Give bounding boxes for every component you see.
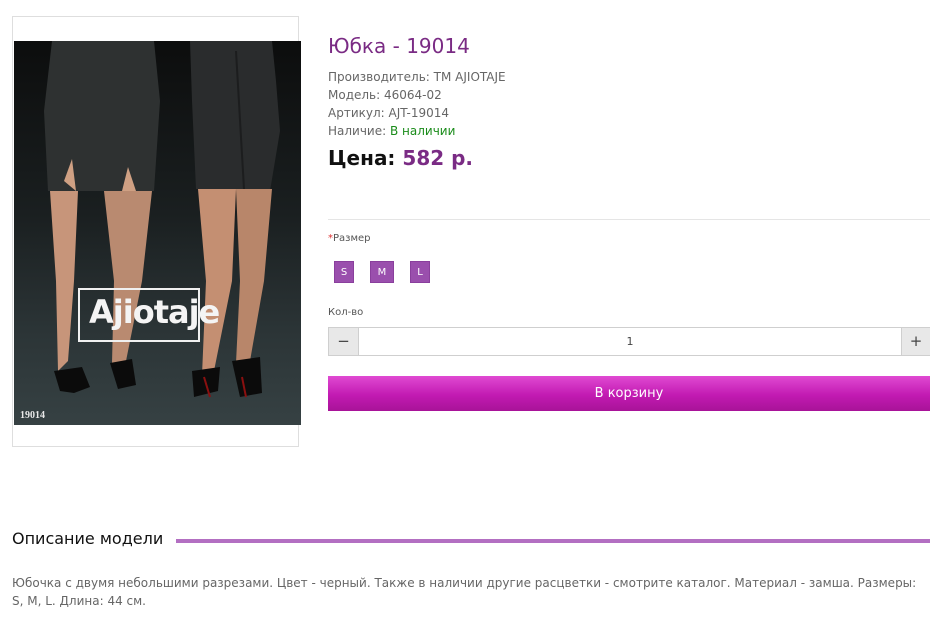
sku-value: AJT-19014 (388, 106, 449, 120)
quantity-label: Кол-во (328, 307, 364, 318)
description-title: Описание модели (12, 529, 172, 548)
model-value: 46064-02 (384, 88, 442, 102)
quantity-decrease-button[interactable]: − (328, 327, 359, 356)
quantity-increase-button[interactable]: + (901, 327, 930, 356)
availability-value: В наличии (390, 124, 456, 138)
add-to-cart-button[interactable]: В корзину (328, 376, 930, 411)
product-title: Юбка - 19014 (328, 34, 470, 58)
price-value: 582 р. (402, 146, 474, 170)
product-meta: Производитель: TM AJIOTAJE Модель: 46064… (328, 68, 506, 140)
photo-product-code: 19014 (20, 410, 45, 421)
manufacturer-value: TM AJIOTAJE (433, 70, 506, 84)
sku-label: Артикул: (328, 106, 385, 120)
manufacturer-row: Производитель: TM AJIOTAJE (328, 68, 506, 86)
brand-logo: Ajiotaje (89, 293, 220, 331)
size-button-l[interactable]: L (410, 261, 430, 283)
price-label: Цена: (328, 146, 396, 170)
size-button-m[interactable]: M (370, 261, 394, 283)
quantity-input[interactable]: 1 (359, 327, 901, 356)
manufacturer-label: Производитель: (328, 70, 430, 84)
description-heading-line (176, 539, 930, 543)
price: Цена: 582 р. (328, 146, 473, 170)
model-row: Модель: 46064-02 (328, 86, 506, 104)
description-text: Юбочка с двумя небольшими разрезами. Цве… (12, 576, 917, 608)
availability-label: Наличие: (328, 124, 387, 138)
availability-row: Наличие: В наличии (328, 122, 506, 140)
sku-row: Артикул: AJT-19014 (328, 104, 506, 122)
size-button-s[interactable]: S (334, 261, 354, 283)
product-photo[interactable]: Ajiotaje 19014 (14, 41, 301, 425)
product-image-frame[interactable]: Ajiotaje 19014 (12, 16, 301, 447)
divider (328, 219, 930, 220)
model-label: Модель: (328, 88, 381, 102)
size-label-text: Размер (333, 233, 371, 244)
skirt-illustration (44, 41, 280, 398)
size-option-label: *Размер (328, 233, 371, 244)
